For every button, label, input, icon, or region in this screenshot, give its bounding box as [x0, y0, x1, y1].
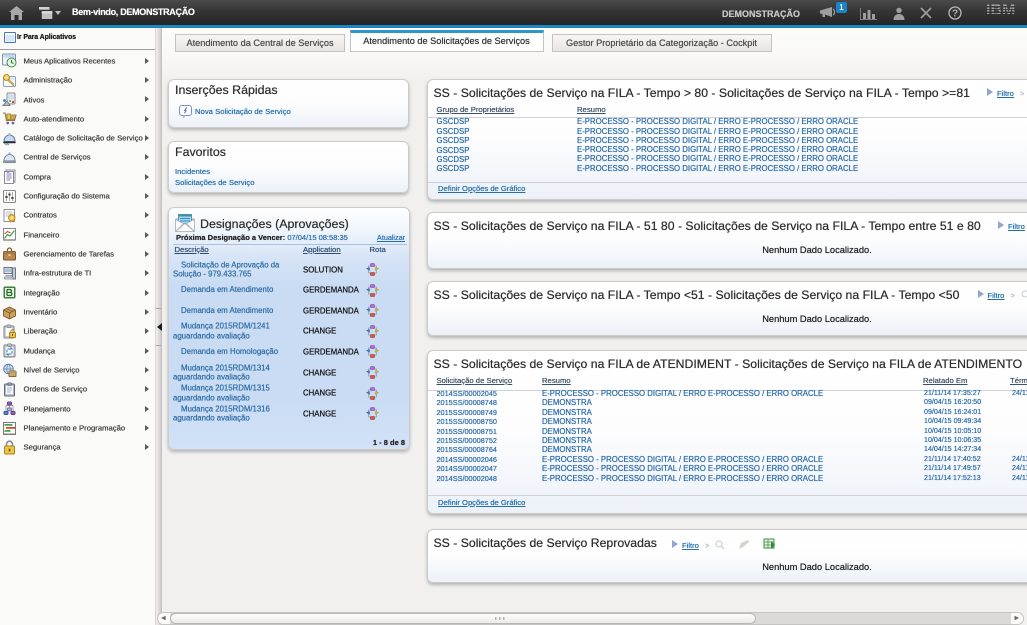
svg-text:?: ?	[952, 9, 958, 20]
